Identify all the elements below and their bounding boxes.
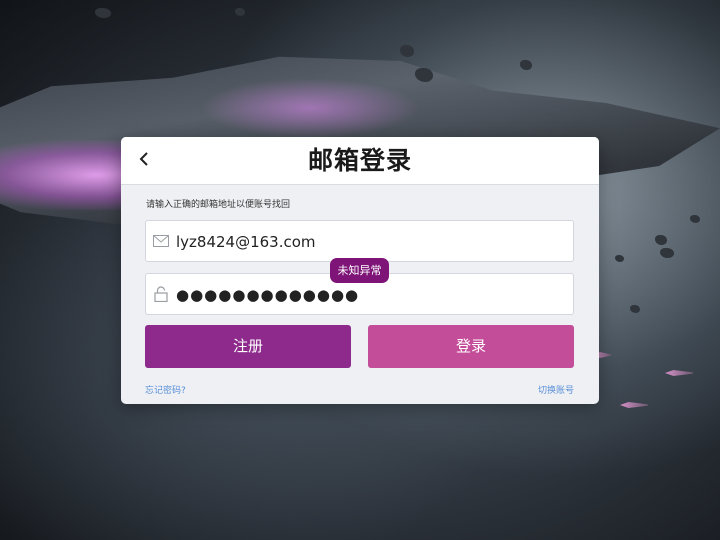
dialog-title: 邮箱登录	[307, 146, 412, 175]
chevron-left-icon	[139, 151, 149, 170]
asteroid	[660, 248, 674, 258]
login-button[interactable]: 登录	[368, 325, 574, 368]
dialog-header: 邮箱登录	[121, 137, 599, 185]
asteroid	[690, 215, 700, 223]
register-button[interactable]: 注册	[145, 325, 351, 368]
asteroid	[235, 8, 245, 16]
fighter-ship	[665, 370, 693, 376]
error-tag: 未知异常	[330, 258, 389, 283]
email-login-dialog: 邮箱登录 请输入正确的邮箱地址以便账号找回 lyz8424@163.com 未知…	[121, 137, 599, 404]
fighter-ship	[620, 402, 648, 408]
asteroid	[655, 235, 667, 245]
recovery-hint: 请输入正确的邮箱地址以便账号找回	[146, 200, 291, 210]
back-button[interactable]	[131, 147, 157, 173]
switch-account-link[interactable]: 切换账号	[538, 383, 574, 396]
lock-icon	[153, 286, 169, 302]
spaceship-window-glow	[200, 78, 420, 138]
asteroid	[615, 255, 624, 262]
asteroid	[95, 8, 111, 18]
email-field[interactable]: lyz8424@163.com	[145, 220, 574, 262]
mail-icon	[153, 233, 169, 249]
asteroid	[630, 305, 640, 313]
asteroid	[400, 45, 414, 57]
asteroid	[520, 60, 532, 70]
email-value[interactable]: lyz8424@163.com	[176, 221, 316, 263]
forgot-password-link[interactable]: 忘记密码?	[145, 383, 186, 396]
asteroid	[415, 68, 433, 82]
